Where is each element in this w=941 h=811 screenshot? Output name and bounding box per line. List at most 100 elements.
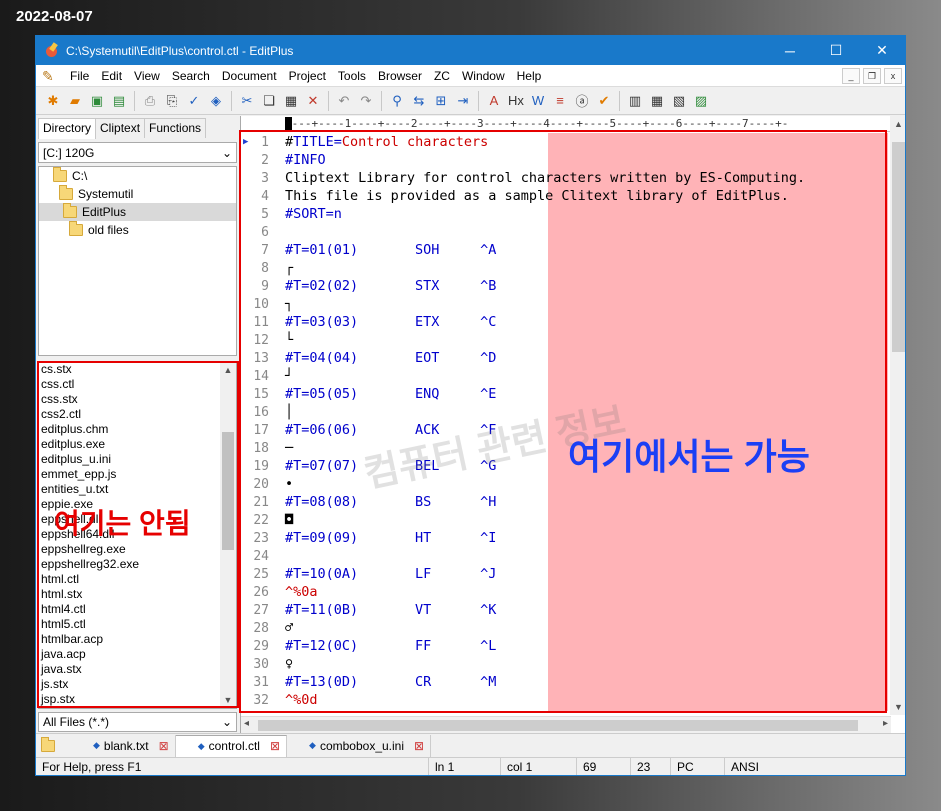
word-wrap-icon[interactable]: W	[527, 90, 549, 112]
spell-icon[interactable]: ⓐ	[571, 90, 593, 112]
doc-tab-combobox[interactable]: ◆ combobox_u.ini ⊠	[287, 734, 432, 757]
drive-select[interactable]: [C:] 120G ⌄	[38, 142, 237, 163]
code-line[interactable]: 6	[241, 223, 891, 241]
scroll-up-icon[interactable]: ▲	[890, 116, 905, 132]
new-file-icon[interactable]: ✱	[42, 90, 64, 112]
mdi-close-button[interactable]: x	[884, 67, 902, 84]
file-list-item[interactable]: emmet_epp.js	[39, 467, 236, 482]
minimize-button[interactable]: ─	[767, 36, 813, 65]
cliptext-window-icon[interactable]: ▦	[646, 90, 668, 112]
fullscreen-icon[interactable]: ▨	[690, 90, 712, 112]
code-line[interactable]: 26 ^%0a	[241, 583, 891, 601]
file-list-item[interactable]: html5.ctl	[39, 617, 236, 632]
menu-tools[interactable]: Tools	[332, 65, 372, 87]
file-list-item[interactable]: cs.stx	[39, 362, 236, 377]
redo-icon[interactable]: ↷	[355, 90, 377, 112]
code-line[interactable]: 30 ♀	[241, 655, 891, 673]
tab-directory[interactable]: Directory	[38, 118, 97, 139]
code-line[interactable]: 10 ┐	[241, 295, 891, 313]
file-list-item[interactable]: html4.ctl	[39, 602, 236, 617]
code-line[interactable]: 24	[241, 547, 891, 565]
close-tab-icon[interactable]: ⊠	[270, 739, 280, 753]
code-line[interactable]: 12 └	[241, 331, 891, 349]
editor-scrollbar[interactable]: ▲ ▼	[890, 116, 905, 715]
code-line[interactable]: 9 #T=02(02) STX ^B	[241, 277, 891, 295]
browser-icon[interactable]: ◈	[205, 90, 227, 112]
print-icon[interactable]: ⎘	[161, 90, 183, 112]
doc-tab-blank[interactable]: ◆ blank.txt ⊠	[71, 734, 176, 757]
close-button[interactable]: ✕	[859, 36, 905, 65]
code-line[interactable]: 5 #SORT=n	[241, 205, 891, 223]
replace-icon[interactable]: ⇆	[408, 90, 430, 112]
maximize-button[interactable]: ☐	[813, 36, 859, 65]
dir-item-selected[interactable]: EditPlus	[39, 203, 236, 221]
file-list-item[interactable]: css.stx	[39, 392, 236, 407]
menu-zc[interactable]: ZC	[428, 65, 456, 87]
hex-view-icon[interactable]: Hx	[505, 90, 527, 112]
scroll-thumb[interactable]	[892, 142, 905, 352]
code-line[interactable]: 11 #T=03(03) ETX ^C	[241, 313, 891, 331]
check-icon[interactable]: ✔	[593, 90, 615, 112]
spell-check-icon[interactable]: ✓	[183, 90, 205, 112]
code-line[interactable]: 21 #T=08(08) BS ^H	[241, 493, 891, 511]
code-line[interactable]: 32 ^%0d	[241, 691, 891, 709]
menu-view[interactable]: View	[128, 65, 166, 87]
close-tab-icon[interactable]: ⊠	[414, 739, 424, 753]
folder-icon[interactable]	[39, 735, 61, 757]
hscroll-thumb[interactable]	[258, 720, 858, 731]
code-line[interactable]: 8 ┌	[241, 259, 891, 277]
close-tab-icon[interactable]: ⊠	[159, 739, 169, 753]
file-list-item[interactable]: htmlbar.acp	[39, 632, 236, 647]
menu-file[interactable]: File	[64, 65, 95, 87]
scroll-right-icon[interactable]: ▸	[883, 718, 888, 729]
code-line[interactable]: 25 #T=10(0A) LF ^J	[241, 565, 891, 583]
file-list-item[interactable]: editplus_u.ini	[39, 452, 236, 467]
dir-item[interactable]: Systemutil	[39, 185, 236, 203]
find-in-files-icon[interactable]: ⊞	[430, 90, 452, 112]
file-list-item[interactable]: html.ctl	[39, 572, 236, 587]
code-line[interactable]: 31 #T=13(0D) CR ^M	[241, 673, 891, 691]
file-list-item[interactable]: eppshellreg32.exe	[39, 557, 236, 572]
scroll-left-icon[interactable]: ◂	[244, 718, 249, 729]
file-list-item[interactable]: entities_u.txt	[39, 482, 236, 497]
menu-project[interactable]: Project	[283, 65, 332, 87]
code-line[interactable]: 13 #T=04(04) EOT ^D	[241, 349, 891, 367]
mdi-minimize-button[interactable]: _	[842, 67, 860, 84]
save-icon[interactable]: ▣	[86, 90, 108, 112]
file-list-item[interactable]: eppshellreg.exe	[39, 542, 236, 557]
code-line[interactable]: 23 #T=09(09) HT ^I	[241, 529, 891, 547]
file-list-item[interactable]: java.stx	[39, 662, 236, 677]
open-folder-icon[interactable]: ▰	[64, 90, 86, 112]
code-line[interactable]: 22 ◘	[241, 511, 891, 529]
scroll-down-icon[interactable]: ▼	[890, 699, 905, 715]
editor-pane[interactable]: |---+----1----+----2----+----3----+----4…	[240, 116, 905, 733]
file-list-item[interactable]: editplus.chm	[39, 422, 236, 437]
editor-hscrollbar[interactable]: ◂ ▸	[241, 716, 891, 733]
doc-tab-control[interactable]: ◆ control.ctl ⊠	[175, 734, 288, 757]
file-list-item[interactable]: java.acp	[39, 647, 236, 662]
code-line[interactable]: 3 Cliptext Library for control characters…	[241, 169, 891, 187]
scroll-down-icon[interactable]: ▼	[220, 692, 236, 708]
file-filter-select[interactable]: All Files (*.*) ⌄	[38, 712, 237, 732]
code-line[interactable]: 14 ┘	[241, 367, 891, 385]
file-list-item[interactable]: js.stx	[39, 677, 236, 692]
code-line[interactable]: 4 This file is provided as a sample Clite…	[241, 187, 891, 205]
code-line[interactable]: 29 #T=12(0C) FF ^L	[241, 637, 891, 655]
save-all-icon[interactable]: ▤	[108, 90, 130, 112]
code-line[interactable]: 28 ♂	[241, 619, 891, 637]
dir-item[interactable]: C:\	[39, 167, 236, 185]
menu-window[interactable]: Window	[456, 65, 511, 87]
file-list-scrollbar[interactable]: ▲ ▼	[220, 362, 236, 708]
copy-icon[interactable]: ❏	[258, 90, 280, 112]
output-window-icon[interactable]: ▧	[668, 90, 690, 112]
file-list-item[interactable]: jsp.stx	[39, 692, 236, 707]
code-line[interactable]: ▶ 1 # TITLE= Control characters	[241, 133, 891, 151]
menu-browser[interactable]: Browser	[372, 65, 428, 87]
code-line[interactable]: 27 #T=11(0B) VT ^K	[241, 601, 891, 619]
file-list-item[interactable]: html.stx	[39, 587, 236, 602]
print-preview-icon[interactable]: ⎙	[139, 90, 161, 112]
menu-help[interactable]: Help	[511, 65, 548, 87]
code-line[interactable]: 7 #T=01(01) SOH ^A	[241, 241, 891, 259]
scroll-up-icon[interactable]: ▲	[220, 362, 236, 378]
title-bar[interactable]: C:\Systemutil\EditPlus\control.ctl - Edi…	[36, 36, 905, 65]
